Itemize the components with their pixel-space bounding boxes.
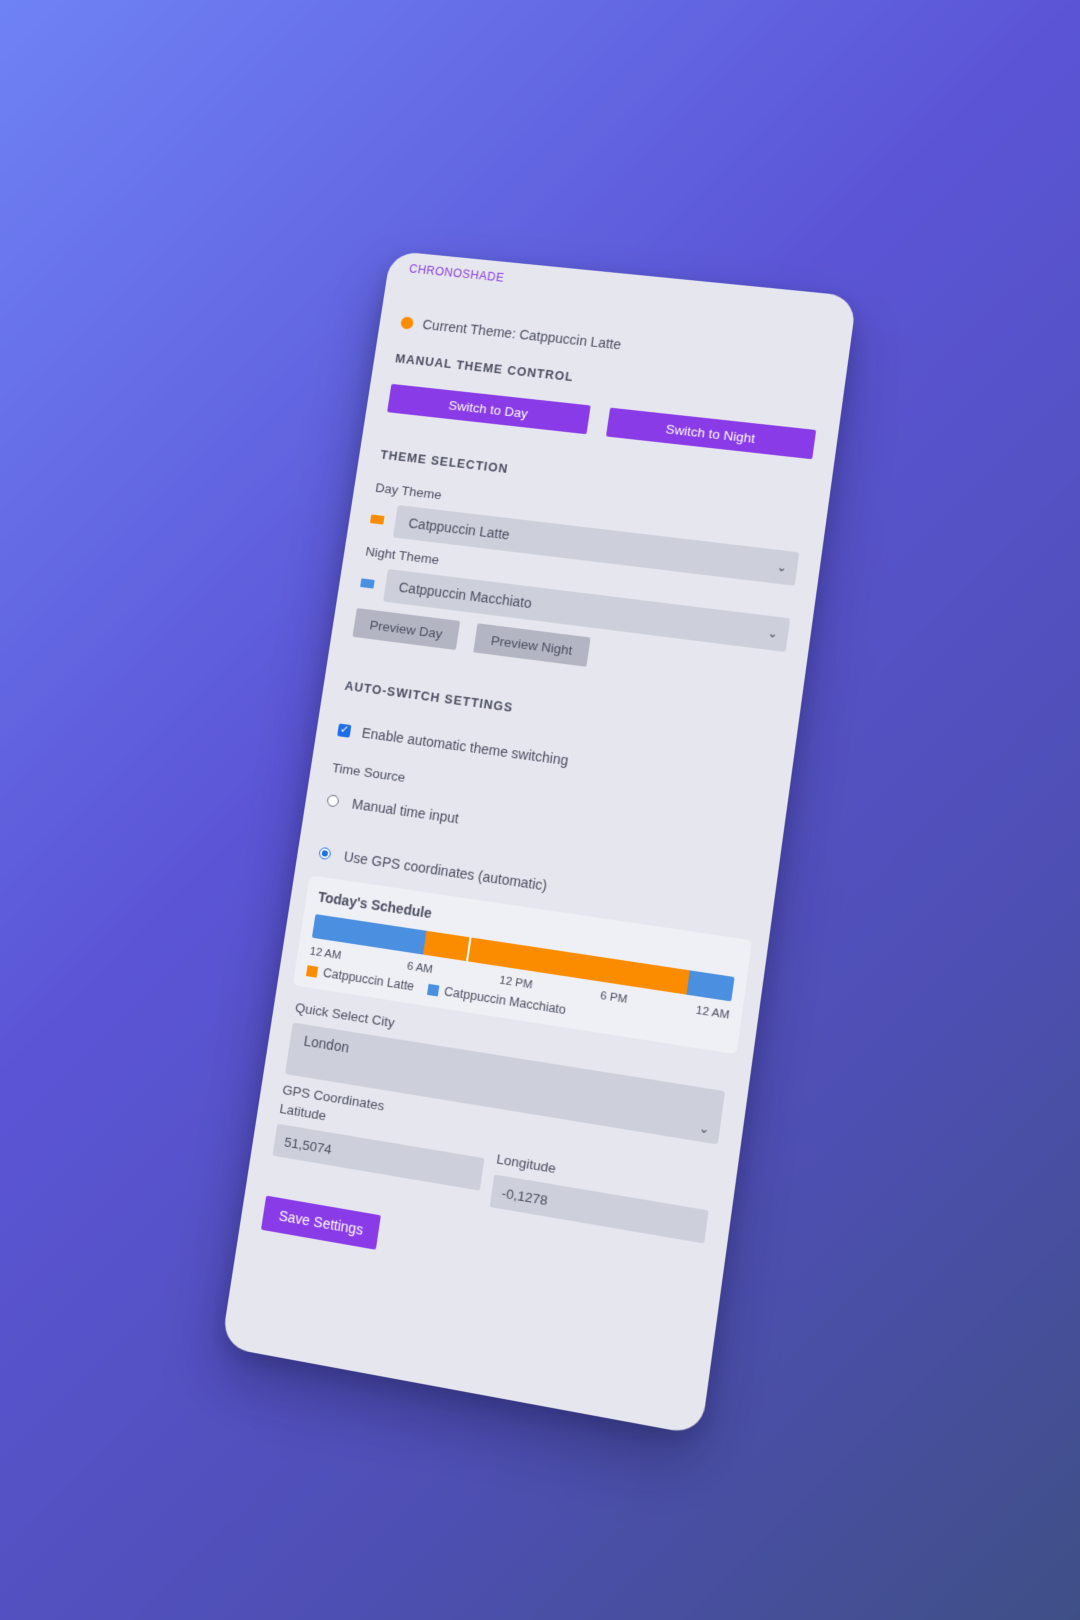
night-theme-swatch bbox=[360, 577, 375, 589]
day-theme-swatch bbox=[370, 513, 385, 525]
settings-card: CHRONOSHADE Current Theme: Catppuccin La… bbox=[221, 250, 857, 1436]
schedule-segment bbox=[686, 970, 735, 1002]
chevron-down-icon: ⌄ bbox=[775, 559, 788, 575]
chevron-down-icon: ⌄ bbox=[698, 1120, 711, 1137]
current-theme-dot-icon bbox=[400, 315, 415, 330]
night-theme-value: Catppuccin Macchiato bbox=[397, 579, 533, 612]
legend-swatch bbox=[306, 964, 319, 978]
preview-day-button[interactable]: Preview Day bbox=[352, 608, 460, 651]
switch-to-day-button[interactable]: Switch to Day bbox=[387, 383, 591, 435]
city-select-value: London bbox=[302, 1032, 351, 1056]
enable-auto-switch-checkbox[interactable]: ✓ bbox=[337, 722, 352, 738]
day-theme-value: Catppuccin Latte bbox=[407, 515, 511, 543]
tick-label: 6 PM bbox=[599, 989, 628, 1007]
tick-label: 6 AM bbox=[406, 960, 434, 977]
legend-swatch bbox=[426, 983, 440, 996]
save-settings-button[interactable]: Save Settings bbox=[260, 1195, 382, 1250]
tick-label: 12 AM bbox=[695, 1004, 731, 1022]
preview-night-button[interactable]: Preview Night bbox=[473, 623, 591, 667]
tick-label: 12 PM bbox=[498, 974, 534, 992]
switch-to-night-button[interactable]: Switch to Night bbox=[605, 407, 817, 460]
time-source-gps-radio[interactable] bbox=[318, 846, 332, 861]
app-brand: CHRONOSHADE bbox=[408, 261, 506, 285]
current-theme-text: Current Theme: Catppuccin Latte bbox=[421, 316, 623, 353]
time-source-manual-label: Manual time input bbox=[350, 795, 460, 827]
time-source-manual-radio[interactable] bbox=[326, 794, 340, 808]
tick-label: 12 AM bbox=[308, 945, 343, 963]
chevron-down-icon: ⌄ bbox=[766, 625, 779, 641]
enable-auto-switch-label: Enable automatic theme switching bbox=[360, 724, 570, 769]
